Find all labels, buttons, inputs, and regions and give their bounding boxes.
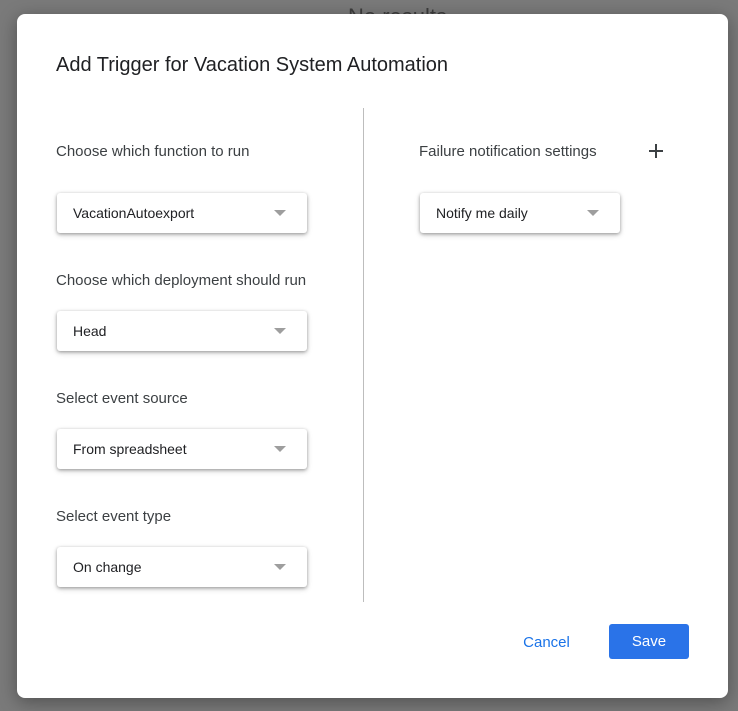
event-source-select[interactable]: From spreadsheet <box>57 429 307 469</box>
deployment-label: Choose which deployment should run <box>56 272 307 289</box>
cancel-button[interactable]: Cancel <box>508 624 585 660</box>
event-type-label: Select event type <box>56 508 172 525</box>
column-divider <box>363 108 364 602</box>
function-label: Choose which function to run <box>56 143 250 160</box>
event-source-label: Select event source <box>56 390 188 407</box>
failure-notification-select[interactable]: Notify me daily <box>420 193 620 233</box>
event-type-select[interactable]: On change <box>57 547 307 587</box>
caret-down-icon <box>274 564 286 570</box>
event-source-select-value: From spreadsheet <box>73 441 187 457</box>
function-select-value: VacationAutoexport <box>73 205 195 221</box>
deployment-select-value: Head <box>73 323 107 339</box>
failure-notification-select-value: Notify me daily <box>436 205 528 221</box>
dialog-title: Add Trigger for Vacation System Automati… <box>56 54 449 76</box>
add-trigger-dialog: Add Trigger for Vacation System Automati… <box>17 14 728 698</box>
plus-icon[interactable] <box>648 143 664 159</box>
caret-down-icon <box>274 446 286 452</box>
save-button[interactable]: Save <box>609 624 689 659</box>
failure-notification-label: Failure notification settings <box>419 143 597 160</box>
function-select[interactable]: VacationAutoexport <box>57 193 307 233</box>
caret-down-icon <box>587 210 599 216</box>
caret-down-icon <box>274 328 286 334</box>
event-type-select-value: On change <box>73 559 142 575</box>
deployment-select[interactable]: Head <box>57 311 307 351</box>
caret-down-icon <box>274 210 286 216</box>
